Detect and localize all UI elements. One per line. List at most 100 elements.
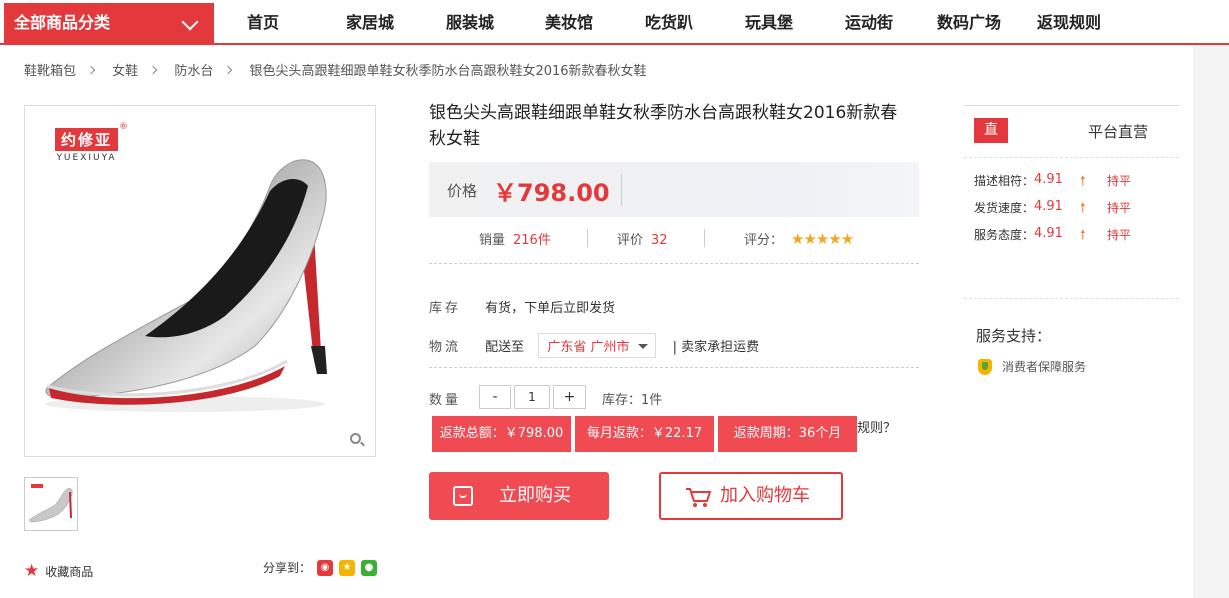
sales-value: 216件 [513, 233, 551, 248]
inventory-text: 库存：1件 [602, 393, 663, 408]
add-to-cart-label: 加入购物车 [720, 485, 810, 506]
divider [587, 229, 588, 247]
nav-item-sports[interactable]: 运动街 [845, 0, 893, 45]
price-label: 价格 [447, 182, 478, 200]
sales-label: 销量 [479, 233, 506, 248]
share-bar: 分享到： ◉ ★ ● [263, 559, 378, 576]
shopping-bag-icon [453, 486, 473, 506]
breadcrumb-current: 银色尖头高跟鞋细跟单鞋女秋季防水台高跟秋鞋女2016新款春秋女鞋 [249, 64, 647, 79]
nav-item-beauty[interactable]: 美妆馆 [545, 0, 593, 45]
sales-stat: 销量 216件 [479, 229, 551, 248]
stock-text: 有货，下单后立即发货 [485, 301, 616, 316]
score-label: 服务态度： [974, 228, 1035, 242]
favorite-label: 收藏商品 [45, 564, 94, 579]
shipping-note: | 卖家承担运费 [672, 340, 760, 355]
breadcrumb-item-platform[interactable]: 防水台 [174, 64, 213, 79]
caret-down-icon [638, 344, 649, 349]
quantity-increase-button[interactable]: + [553, 385, 586, 409]
arrow-up-icon: 🠕 [1080, 174, 1086, 189]
ship-to-label: 配送至 [485, 340, 525, 355]
score-trend: 持平 [1107, 201, 1132, 215]
buy-now-label: 立即购买 [499, 485, 571, 506]
star-icon: ★ [24, 561, 40, 581]
chevron-right-icon [148, 65, 158, 75]
breadcrumb-item-bags-shoes[interactable]: 鞋靴箱包 [24, 64, 76, 79]
shop-type: 平台直营 [1088, 123, 1149, 141]
sales-stats: 销量 216件 评价 32 评分： ★★★★★ [429, 226, 919, 250]
reviews-value: 32 [651, 233, 668, 248]
all-categories-button[interactable]: 全部商品分类 [4, 3, 214, 43]
quantity-input[interactable]: 1 [514, 385, 550, 409]
wechat-icon[interactable]: ● [361, 559, 378, 576]
direct-badge: 直 [974, 118, 1008, 143]
score-value: 4.91 [1034, 199, 1063, 214]
add-to-cart-button[interactable]: 加入购物车 [659, 472, 843, 520]
price-divider [621, 174, 622, 206]
product-page: 全部商品分类 首页 家居城 服装城 美妆馆 吃货趴 玩具堡 运动街 数码广场 返… [0, 0, 1229, 598]
stock-label: 库存 [429, 301, 462, 316]
page-gutter [1193, 44, 1229, 598]
quantity-label: 数量 [429, 393, 462, 408]
shield-icon [978, 358, 992, 375]
nav-item-digital[interactable]: 数码广场 [937, 0, 1001, 45]
score-label: 发货速度： [974, 201, 1035, 215]
location-select[interactable]: 广东省 广州市 [538, 333, 657, 358]
score-trend: 持平 [1107, 174, 1132, 188]
chevron-right-icon [224, 65, 233, 75]
reviews-stat[interactable]: 评价 32 [617, 229, 668, 248]
logistics-row: 物流 配送至 广东省 广州市 | 卖家承担运费 [429, 333, 759, 358]
arrow-up-icon: 🠕 [1080, 228, 1086, 243]
buy-now-button[interactable]: 立即购买 [429, 472, 609, 520]
score-label: 描述相符： [974, 174, 1035, 188]
rules-link[interactable]: 规则？ [857, 417, 896, 436]
score-value: 4.91 [1034, 226, 1063, 241]
product-title: 银色尖头高跟鞋细跟单鞋女秋季防水台高跟秋鞋女2016新款春秋女鞋 [429, 103, 898, 149]
score-row-description: 描述相符： 4.91 🠕 持平 [974, 172, 1174, 190]
price-value: ￥798.00 [493, 179, 610, 207]
product-thumbnail[interactable] [24, 477, 78, 531]
breadcrumb: 鞋靴箱包 女鞋 防水台 银色尖头高跟鞋细跟单鞋女秋季防水台高跟秋鞋女2016新款… [24, 60, 659, 79]
rebate-period-badge: 返款周期：36个月 [718, 416, 857, 452]
nav-item-rebate-rules[interactable]: 返现规则 [1037, 0, 1101, 45]
nav-item-food[interactable]: 吃货趴 [645, 0, 693, 45]
score-row-service: 服务态度： 4.91 🠕 持平 [974, 226, 1174, 244]
rating-stat: 评分： ★★★★★ [744, 229, 854, 248]
quantity-decrease-button[interactable]: - [479, 385, 511, 409]
divider [964, 105, 1179, 106]
service-item-label: 消费者保障服务 [1002, 360, 1087, 374]
all-categories-label: 全部商品分类 [14, 13, 111, 32]
logistics-label: 物流 [429, 340, 462, 355]
chevron-down-icon [181, 13, 199, 31]
cart-icon [686, 488, 711, 507]
score-row-shipping: 发货速度： 4.91 🠕 持平 [974, 199, 1174, 217]
quantity-label-row: 数量 [429, 389, 481, 408]
score-trend: 持平 [1107, 228, 1132, 242]
favorite-button[interactable]: ★ 收藏商品 [24, 561, 93, 581]
service-title: 服务支持： [976, 327, 1052, 345]
nav-item-toys[interactable]: 玩具堡 [745, 0, 793, 45]
shoe-image [45, 159, 327, 412]
chevron-right-icon [86, 65, 96, 75]
rebate-total-badge: 返款总额：￥798.00 [432, 416, 571, 452]
rebate-monthly-badge: 每月返款：￥22.17 [575, 416, 714, 452]
breadcrumb-item-women-shoes[interactable]: 女鞋 [112, 64, 138, 79]
arrow-up-icon: 🠕 [1080, 201, 1086, 216]
divider [429, 263, 919, 264]
weibo-icon[interactable]: ◉ [317, 559, 334, 576]
divider [429, 367, 919, 368]
product-main-image[interactable]: 约修亚 YUEXIUYA ® [24, 105, 376, 457]
score-value: 4.91 [1034, 172, 1063, 187]
rating-label: 评分： [744, 233, 784, 248]
nav-item-home-goods[interactable]: 家居城 [346, 0, 394, 45]
service-item[interactable]: 消费者保障服务 [978, 358, 1086, 375]
location-value: 广东省 广州市 [547, 340, 630, 355]
share-label: 分享到： [263, 561, 312, 575]
zoom-icon[interactable] [350, 433, 361, 444]
divider [964, 298, 1179, 299]
qzone-icon[interactable]: ★ [339, 559, 356, 576]
shoe-thumbnail-image [28, 484, 73, 523]
stock-row: 库存 有货，下单后立即发货 [429, 297, 615, 316]
nav-item-home[interactable]: 首页 [247, 0, 279, 45]
nav-item-clothing[interactable]: 服装城 [446, 0, 494, 45]
price-box: 价格 ￥798.00 [429, 162, 919, 217]
